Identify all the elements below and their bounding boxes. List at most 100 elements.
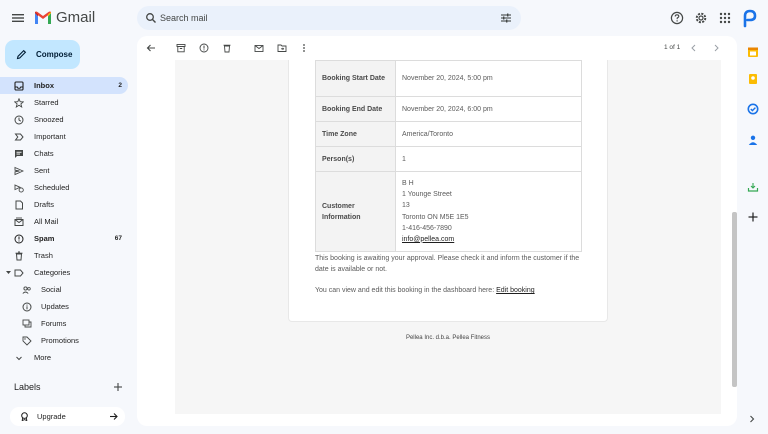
sidebar-item-label: Inbox xyxy=(34,81,54,90)
upgrade-button[interactable]: Upgrade xyxy=(10,407,125,426)
booking-details-table: Booking Start Date November 20, 2024, 5:… xyxy=(315,60,582,252)
table-row: Booking Start Date November 20, 2024, 5:… xyxy=(315,60,582,97)
search-bar[interactable] xyxy=(137,6,521,30)
search-input[interactable] xyxy=(159,9,479,27)
sidebar-item-promotions[interactable]: Promotions xyxy=(0,332,128,349)
sidebar-item-scheduled[interactable]: Scheduled xyxy=(0,179,128,196)
sidebar-item-label: Promotions xyxy=(41,336,79,345)
report-spam-icon[interactable] xyxy=(199,43,209,53)
sidebar-item-chats[interactable]: Chats xyxy=(0,145,128,162)
row-label: Booking End Date xyxy=(315,96,396,122)
sidebar-item-drafts[interactable]: Drafts xyxy=(0,196,128,213)
sidebar-item-updates[interactable]: Updates xyxy=(0,298,128,315)
move-to-icon[interactable] xyxy=(277,43,287,53)
keep-icon[interactable] xyxy=(747,73,759,85)
sidebar-item-social[interactable]: Social xyxy=(0,281,128,298)
sidebar-item-inbox[interactable]: Inbox 2 xyxy=(0,77,128,94)
row-value: 1 xyxy=(395,146,582,172)
delete-icon[interactable] xyxy=(222,43,232,53)
star-icon xyxy=(14,98,24,108)
all-mail-icon xyxy=(14,217,24,226)
sidebar-item-label: Snoozed xyxy=(34,115,64,124)
sidebar-item-more[interactable]: More xyxy=(0,349,128,366)
sidebar-item-label: Spam xyxy=(34,234,55,243)
chevron-right-icon[interactable] xyxy=(712,44,720,52)
sidebar-item-all-mail[interactable]: All Mail xyxy=(0,213,128,230)
search-options-icon[interactable] xyxy=(500,12,512,24)
pencil-icon xyxy=(16,49,27,60)
sidebar-item-label: Drafts xyxy=(34,200,55,209)
add-addon-icon[interactable] xyxy=(747,211,759,223)
sidebar-item-label: Chats xyxy=(34,149,54,158)
caret-down-icon[interactable] xyxy=(6,270,11,275)
tasks-icon[interactable] xyxy=(747,103,759,115)
more-vertical-icon[interactable] xyxy=(299,43,309,53)
important-icon xyxy=(14,133,24,141)
row-label: Booking Start Date xyxy=(315,60,396,97)
customer-line: 13 xyxy=(402,202,410,210)
sidebar-item-label: All Mail xyxy=(34,217,59,226)
dashboard-message: You can view and edit this booking in th… xyxy=(315,285,590,296)
row-value: November 20, 2024, 6:00 pm xyxy=(395,96,582,122)
sidebar-item-sent[interactable]: Sent xyxy=(0,162,128,179)
mark-unread-icon[interactable] xyxy=(254,43,264,53)
contacts-icon[interactable] xyxy=(747,134,759,146)
sidebar-item-snoozed[interactable]: Snoozed xyxy=(0,111,128,128)
message-toolbar: 1 of 1 xyxy=(137,36,737,60)
table-row: Time Zone America/Toronto xyxy=(315,121,582,147)
message-view: 1 of 1 Booking Start Date November 20, 2… xyxy=(137,36,737,426)
expand-panel-icon[interactable] xyxy=(747,414,757,424)
sidebar-item-label: Categories xyxy=(34,268,71,277)
chevron-down-icon xyxy=(16,356,22,361)
sidebar-item-label: Sent xyxy=(34,166,50,175)
compose-label: Compose xyxy=(36,50,73,59)
app-name: Gmail xyxy=(56,9,96,26)
compose-button[interactable]: Compose xyxy=(5,40,80,69)
sidebar-nav: Inbox 2 Starred Snoozed Important Chats … xyxy=(0,77,136,366)
row-value: America/Toronto xyxy=(395,121,582,147)
scrollbar[interactable] xyxy=(732,212,737,387)
customer-line: B H xyxy=(402,179,414,187)
back-arrow-icon[interactable] xyxy=(146,43,156,53)
customer-email-link[interactable]: info@pellea.com xyxy=(402,234,575,245)
sidebar-item-label: Trash xyxy=(34,251,53,260)
sidebar-item-starred[interactable]: Starred xyxy=(0,94,128,111)
sidebar-item-label: Important xyxy=(34,132,66,141)
customer-info-label: Customer Information xyxy=(315,171,396,252)
add-label-icon[interactable] xyxy=(113,382,123,392)
arrow-right-icon xyxy=(110,413,118,420)
customer-line: 1-416-456-7890 xyxy=(402,224,452,232)
archive-icon[interactable] xyxy=(176,43,186,53)
gmail-m-icon xyxy=(35,11,51,24)
sidebar-item-important[interactable]: Important xyxy=(0,128,128,145)
addon-icon[interactable] xyxy=(747,181,759,193)
search-icon[interactable] xyxy=(145,12,157,24)
edit-booking-link[interactable]: Edit booking xyxy=(496,287,535,294)
apps-grid-icon[interactable] xyxy=(718,11,732,25)
info-icon xyxy=(22,302,32,312)
draft-icon xyxy=(15,200,23,210)
hamburger-icon xyxy=(12,14,24,22)
settings-gear-icon[interactable] xyxy=(694,11,708,25)
main-menu-button[interactable] xyxy=(10,10,26,26)
help-icon[interactable] xyxy=(670,11,684,25)
sidebar-item-trash[interactable]: Trash xyxy=(0,247,128,264)
sidebar-item-label: Starred xyxy=(34,98,59,107)
table-row: Customer Information B H 1 Younge Street… xyxy=(315,171,582,252)
gmail-logo[interactable]: Gmail xyxy=(34,9,95,27)
sidebar-item-label: Scheduled xyxy=(34,183,70,192)
forum-icon xyxy=(22,319,32,328)
sidebar-item-categories[interactable]: Categories xyxy=(0,264,128,281)
account-logo-icon[interactable] xyxy=(742,8,758,28)
sidebar-item-label: Social xyxy=(41,285,62,294)
sidebar-item-forums[interactable]: Forums xyxy=(0,315,128,332)
send-icon xyxy=(14,166,24,176)
sidebar-item-label: Updates xyxy=(41,302,69,311)
customer-info-value: B H 1 Younge Street 13 Toronto ON M5E 1E… xyxy=(395,171,582,252)
calendar-icon[interactable] xyxy=(747,46,759,58)
chevron-left-icon[interactable] xyxy=(690,44,698,52)
sidebar-item-spam[interactable]: Spam 67 xyxy=(0,230,128,247)
upgrade-label: Upgrade xyxy=(37,412,66,421)
sidebar-item-label: More xyxy=(34,353,52,362)
dashboard-text: You can view and edit this booking in th… xyxy=(315,287,495,294)
